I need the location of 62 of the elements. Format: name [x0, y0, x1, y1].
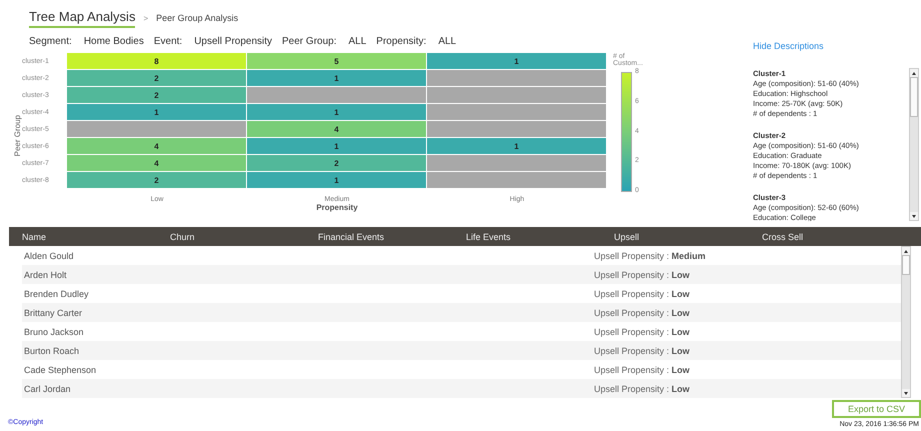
- column-header[interactable]: Life Events: [453, 232, 601, 242]
- heatmap-cell[interactable]: 2: [67, 70, 246, 86]
- heatmap-cell[interactable]: 8: [67, 53, 246, 69]
- heatmap-cell[interactable]: 1: [247, 104, 426, 120]
- y-axis-label: Peer Group: [13, 115, 22, 156]
- table-cell-text: Carl Jordan: [23, 384, 72, 394]
- table-cell-text: Burton Roach: [23, 346, 80, 356]
- table-cell: Upsell Propensity : Medium: [594, 250, 706, 260]
- column-header[interactable]: Churn: [157, 232, 305, 242]
- heatmap-cell[interactable]: 2: [67, 87, 246, 103]
- table-cell-text: Arden Holt: [23, 270, 68, 280]
- heatmap-cell[interactable]: [427, 172, 606, 188]
- column-header[interactable]: Financial Events: [305, 232, 453, 242]
- heatmap-cell[interactable]: [427, 104, 606, 120]
- filter-value: ALL: [348, 36, 366, 47]
- filter-label: Propensity:: [376, 36, 426, 47]
- filter-value: Upsell Propensity: [194, 36, 272, 47]
- filter-label: Segment:: [29, 36, 72, 47]
- scrollbar[interactable]: [909, 68, 919, 221]
- table-cell: Upsell Propensity : Low: [594, 326, 690, 336]
- heatmap-cell[interactable]: 5: [247, 53, 426, 69]
- filter-value: Home Bodies: [84, 36, 144, 47]
- x-axis-label: Propensity: [316, 203, 358, 212]
- scrollbar[interactable]: [901, 246, 911, 398]
- heatmap-cell[interactable]: 1: [427, 138, 606, 154]
- table-cell-text: Brittany Carter: [23, 308, 84, 318]
- table-cell: Upsell Propensity : Low: [594, 288, 690, 298]
- breadcrumb: Peer Group Analysis: [156, 13, 238, 23]
- heatmap-cell[interactable]: 1: [247, 138, 426, 154]
- heatmap-cell[interactable]: [67, 121, 246, 137]
- filter-label: Event:: [154, 36, 182, 47]
- heatmap-cell[interactable]: 2: [67, 172, 246, 188]
- table-cell: Upsell Propensity : Low: [594, 270, 690, 280]
- heatmap-cell[interactable]: 1: [427, 53, 606, 69]
- page-title: Tree Map Analysis: [29, 9, 136, 28]
- heatmap-cell[interactable]: [247, 87, 426, 103]
- column-header[interactable]: Cross Sell: [749, 232, 897, 242]
- table-cell: Upsell Propensity : Low: [594, 364, 690, 374]
- table-cell-text: Bruno Jackson: [23, 326, 85, 336]
- column-header[interactable]: Name: [9, 232, 157, 242]
- hide-descriptions-link[interactable]: Hide Descriptions: [753, 41, 824, 51]
- breadcrumb-separator: >: [143, 14, 148, 23]
- filter-value: ALL: [438, 36, 456, 47]
- heatmap-cell[interactable]: [427, 121, 606, 137]
- heatmap-cell[interactable]: 4: [247, 121, 426, 137]
- heatmap-cell[interactable]: 1: [247, 172, 426, 188]
- table-cell: Upsell Propensity : Low: [594, 308, 690, 318]
- heatmap-cell[interactable]: 1: [247, 70, 426, 86]
- heatmap-cell[interactable]: 2: [247, 155, 426, 171]
- heatmap-cell[interactable]: 4: [67, 155, 246, 171]
- table-cell-text: Alden Gould: [23, 250, 75, 260]
- heatmap-cell[interactable]: [427, 87, 606, 103]
- table-cell-text: Brenden Dudley: [23, 288, 90, 298]
- table-cell: Upsell Propensity : Low: [594, 346, 690, 356]
- heatmap-cell[interactable]: [427, 70, 606, 86]
- column-header[interactable]: Upsell: [601, 232, 749, 242]
- table-cell: Upsell Propensity : Low: [594, 384, 690, 394]
- table-cell-text: Cade Stephenson: [23, 364, 98, 374]
- heatmap-cell[interactable]: 1: [67, 104, 246, 120]
- heatmap-cell[interactable]: [427, 155, 606, 171]
- filter-label: Peer Group:: [282, 36, 336, 47]
- heatmap-cell[interactable]: 4: [67, 138, 246, 154]
